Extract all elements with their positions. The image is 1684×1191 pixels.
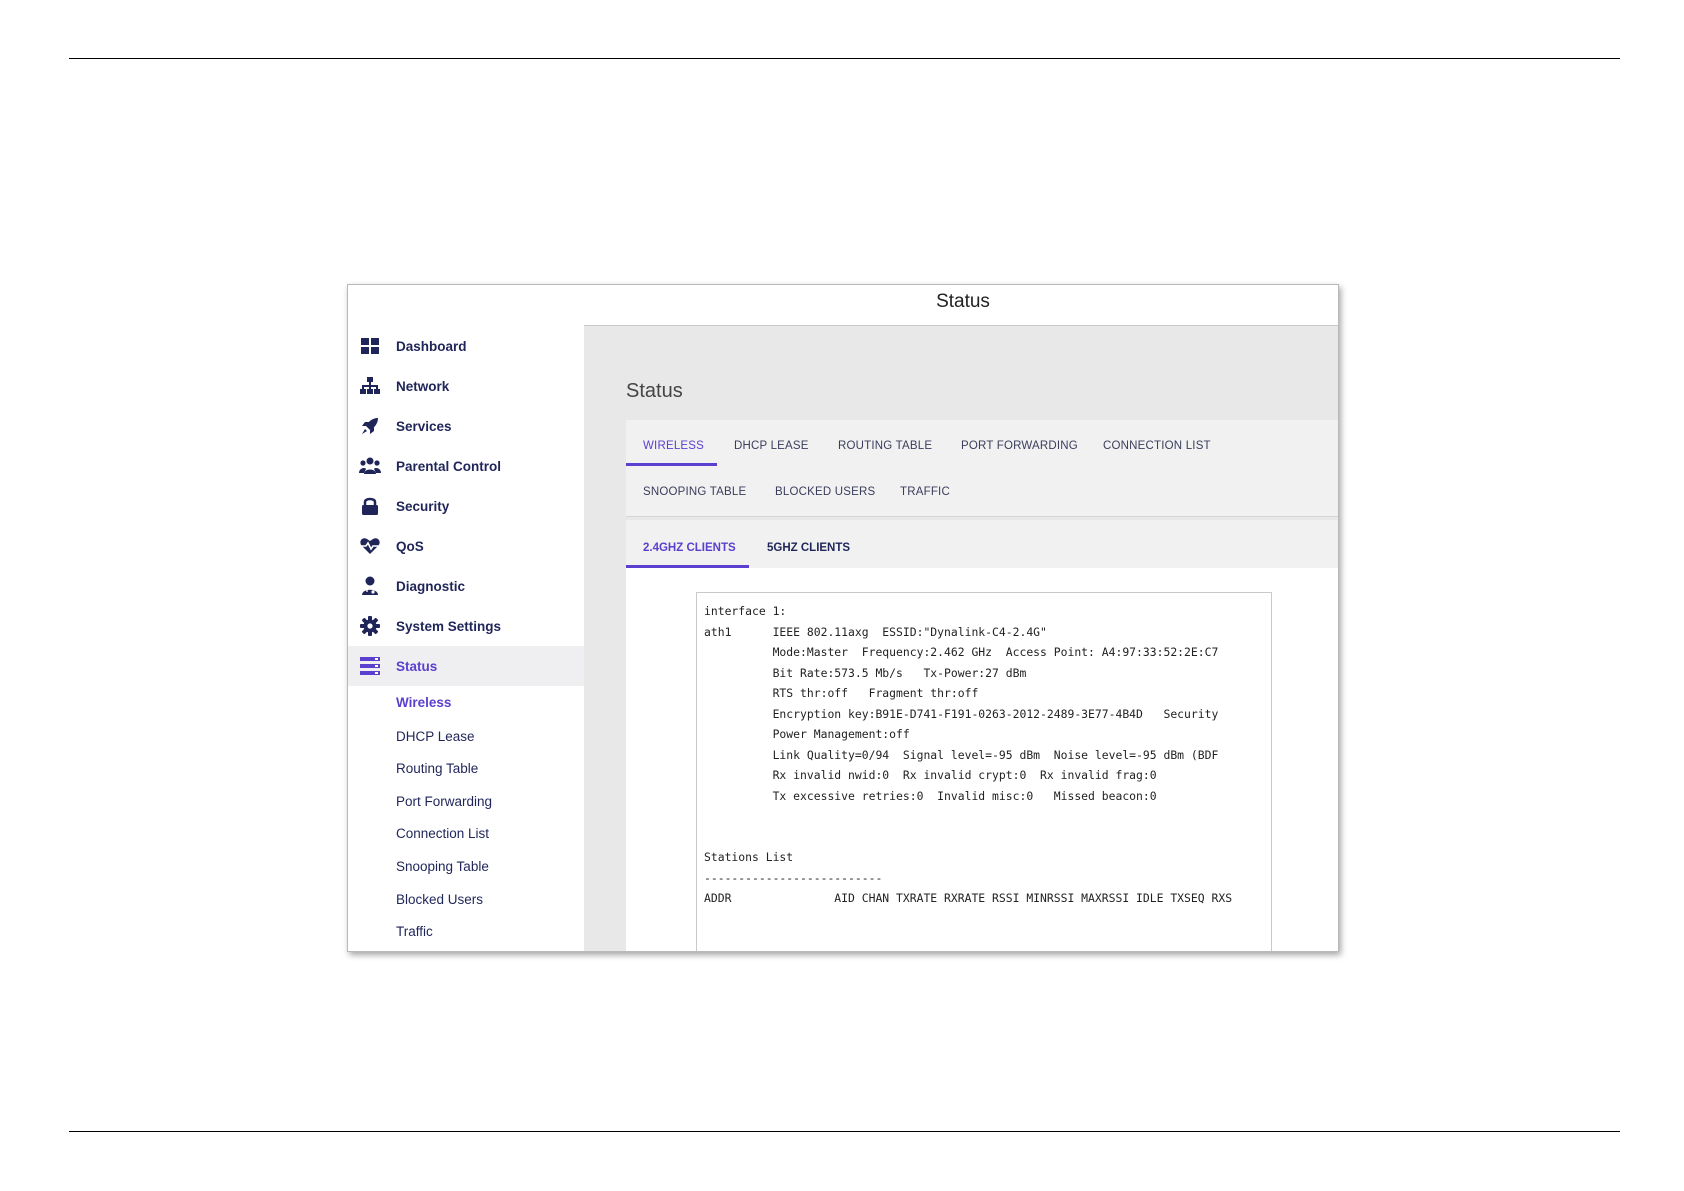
tab-blocked-users[interactable]: BLOCKED USERS bbox=[775, 486, 875, 498]
sidebar-subitem-port-forwarding[interactable]: Port Forwarding bbox=[396, 794, 492, 809]
sidebar-subitem-blocked-users[interactable]: Blocked Users bbox=[396, 892, 483, 907]
tab-2-4ghz-clients[interactable]: 2.4GHZ CLIENTS bbox=[643, 542, 736, 554]
dashboard-icon bbox=[359, 335, 381, 357]
sidebar-subitem-dhcp-lease[interactable]: DHCP Lease bbox=[396, 729, 475, 744]
tab-snooping-table[interactable]: SNOOPING TABLE bbox=[643, 486, 746, 498]
console-line: Rx invalid nwid:0 Rx invalid crypt:0 Rx … bbox=[704, 768, 1157, 782]
wireless-status-output[interactable]: interface 1: ath1 IEEE 802.11axg ESSID:"… bbox=[696, 592, 1272, 951]
tab-connection-list[interactable]: CONNECTION LIST bbox=[1103, 440, 1211, 452]
console-line: Stations List bbox=[704, 850, 794, 864]
console-line: RTS thr:off Fragment thr:off bbox=[704, 686, 979, 700]
sidebar-item-diagnostic[interactable]: Diagnostic bbox=[348, 566, 584, 606]
tabs-divider bbox=[626, 516, 1338, 517]
sidebar-item-label: Services bbox=[396, 418, 452, 434]
tab-dhcp-lease[interactable]: DHCP LEASE bbox=[734, 440, 809, 452]
sidebar-item-label: QoS bbox=[396, 538, 424, 554]
sidebar-item-qos[interactable]: QoS bbox=[348, 526, 584, 566]
console-line: Power Management:off bbox=[704, 727, 910, 741]
sidebar-item-system-settings[interactable]: System Settings bbox=[348, 606, 584, 646]
sidebar-item-label: Parental Control bbox=[396, 458, 502, 474]
rocket-icon bbox=[359, 415, 381, 437]
sidebar-item-services[interactable]: Services bbox=[348, 406, 584, 446]
window-title: Status bbox=[936, 291, 990, 312]
tab-port-forwarding[interactable]: PORT FORWARDING bbox=[961, 440, 1078, 452]
console-line: ​ bbox=[704, 827, 1264, 848]
sidebar-item-dashboard[interactable]: Dashboard bbox=[348, 326, 584, 366]
main-content: Status WIRELESS DHCP LEASE ROUTING TABLE… bbox=[584, 325, 1338, 951]
page-bottom-rule bbox=[69, 1131, 1620, 1132]
clients-panel: interface 1: ath1 IEEE 802.11axg ESSID:"… bbox=[626, 568, 1338, 951]
console-line: Link Quality=0/94 Signal level=-95 dBm N… bbox=[704, 747, 1219, 762]
page-title: Status bbox=[626, 380, 683, 402]
sidebar-subitem-traffic[interactable]: Traffic bbox=[396, 924, 433, 939]
active-tab-indicator bbox=[626, 463, 717, 466]
tab-routing-table[interactable]: ROUTING TABLE bbox=[838, 440, 932, 452]
doctor-icon bbox=[359, 575, 381, 597]
users-icon bbox=[359, 455, 381, 477]
status-tabs: WIRELESS DHCP LEASE ROUTING TABLE PORT F… bbox=[626, 420, 1338, 516]
network-icon bbox=[359, 375, 381, 397]
server-icon bbox=[359, 655, 381, 677]
console-line: Mode:Master Frequency:2.462 GHz Access P… bbox=[704, 645, 1219, 659]
sidebar-item-label: Security bbox=[396, 498, 450, 514]
console-line: Bit Rate:573.5 Mb/s Tx-Power:27 dBm bbox=[704, 665, 1027, 680]
sidebar-item-security[interactable]: Security bbox=[348, 486, 584, 526]
console-line: ath1 IEEE 802.11axg ESSID:"Dynalink-C4-2… bbox=[704, 624, 1047, 639]
tab-traffic[interactable]: TRAFFIC bbox=[900, 486, 950, 498]
sidebar-item-label: Dashboard bbox=[396, 338, 467, 354]
console-line: ​ bbox=[704, 806, 1264, 827]
sidebar-subitem-routing-table[interactable]: Routing Table bbox=[396, 761, 478, 776]
sidebar-item-label: Network bbox=[396, 378, 450, 394]
console-line: ADDR AID CHAN TXRATE RXRATE RSSI MINRSSI… bbox=[704, 891, 1233, 905]
sidebar-item-label: System Settings bbox=[396, 618, 502, 634]
sidebar-subitem-connection-list[interactable]: Connection List bbox=[396, 826, 489, 841]
sidebar: Dashboard Network Services Parental Cont… bbox=[348, 325, 584, 951]
lock-icon bbox=[359, 495, 381, 517]
tab-wireless[interactable]: WIRELESS bbox=[643, 440, 704, 452]
sidebar-item-parental-control[interactable]: Parental Control bbox=[348, 446, 584, 486]
console-line: Tx excessive retries:0 Invalid misc:0 Mi… bbox=[704, 788, 1157, 803]
console-line: interface 1: bbox=[704, 604, 787, 618]
sidebar-item-status[interactable]: Status bbox=[348, 646, 584, 686]
sidebar-item-label: Diagnostic bbox=[396, 578, 466, 594]
sidebar-subitem-snooping-table[interactable]: Snooping Table bbox=[396, 859, 489, 874]
gear-icon bbox=[359, 615, 381, 637]
console-line: Encryption key:B91E-D741-F191-0263-2012-… bbox=[704, 706, 1219, 721]
router-ui-screenshot: Status Dashboard Network Services Parent… bbox=[347, 284, 1339, 952]
tab-5ghz-clients[interactable]: 5GHZ CLIENTS bbox=[767, 542, 850, 554]
console-line: -------------------------- bbox=[704, 870, 883, 885]
sidebar-item-label: Status bbox=[396, 658, 438, 674]
sidebar-subitem-wireless[interactable]: Wireless bbox=[396, 695, 451, 710]
sidebar-item-network[interactable]: Network bbox=[348, 366, 584, 406]
band-tabs: 2.4GHZ CLIENTS 5GHZ CLIENTS bbox=[626, 520, 1338, 568]
heartbeat-icon bbox=[359, 535, 381, 557]
page-top-rule bbox=[69, 58, 1620, 59]
